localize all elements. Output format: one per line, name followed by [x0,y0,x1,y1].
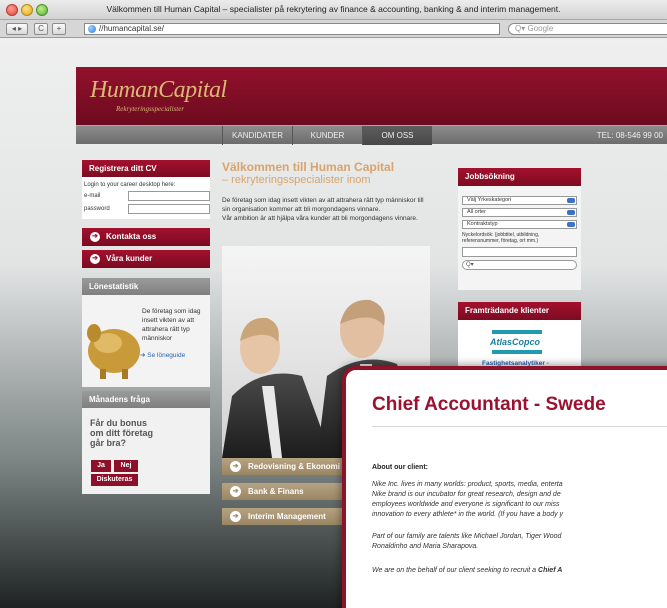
dropdown-arrow-icon [567,198,575,203]
dropdown-arrow-icon [567,222,575,227]
window-title: Välkommen till Human Capital – specialis… [106,4,561,14]
client-description-line: Nike brand is our incubator for great re… [372,491,561,498]
arrow-right-icon: ➔ [230,461,241,472]
yes-button[interactable]: Ja [91,460,111,472]
search-icon: Q▾ [466,262,474,268]
site-header: HumanCapital Rekryteringsspecialister [76,67,667,125]
main-navigation: KANDIDATER KUNDER OM OSS TEL: 08-546 99 … [76,125,667,145]
center-column: Välkommen till Human Capital – rekryteri… [222,160,430,223]
back-forward-button[interactable]: ◂ ▸ [6,23,28,35]
divider [372,426,667,427]
logo-tagline: Rekryteringsspecialister [116,105,185,113]
keyword-search-field[interactable]: Q▾ [462,260,577,270]
salary-box: De företag som idag insett vikten av att… [82,295,210,387]
arrow-right-icon: ➔ [230,486,241,497]
nav-kandidater[interactable]: KANDIDATER [222,126,292,145]
contract-select-value: Kontraktstyp [467,221,498,227]
welcome-paragraph-1: De företag som idag insett vikten av att… [222,197,424,213]
customers-button[interactable]: ➔ Våra kunder [82,250,210,268]
email-row: e-mail [84,191,210,202]
arrow-right-icon: ➔ [90,254,100,264]
arrow-right-icon: ➔ [230,511,241,522]
category-select[interactable]: Välj Yrkeskategori [462,196,577,205]
job-search-header: Jobbsökning [458,168,581,186]
location-select-value: All orter [467,209,486,215]
location-select[interactable]: All orter [462,208,577,217]
login-box: Login to your career desktop here: e-mai… [82,177,210,219]
address-bar[interactable]: //humancapital.se/ [84,23,500,35]
email-label: e-mail [84,193,101,199]
no-button[interactable]: Nej [114,460,138,472]
salary-text: De företag som idag insett vikten av att… [142,308,201,342]
question-text: Får du bonus om ditt företag går bra? [90,418,153,448]
talents-line: Ronaldinho and Maria Sharapova. [372,543,479,550]
question-box: Får du bonus om ditt företag går bra? Ja… [82,408,210,494]
address-text: //humancapital.se/ [99,24,164,33]
keyword-label: Nyckelordsök: (jobbtitel, utbildning, re… [462,232,540,244]
email-field[interactable] [128,191,210,201]
atlas-copco-stripe [492,330,542,334]
arrow-right-icon: ➔ [90,232,100,242]
right-column: Jobbsökning Välj Yrkeskategori All orter… [458,168,581,390]
job-title: Chief Accountant - Swede [372,394,606,415]
password-field[interactable] [128,204,210,214]
phone-number: TEL: 08-546 99 00 [596,131,663,140]
password-label: password [84,206,110,212]
job-search-box: Välj Yrkeskategori All orter Kontraktsty… [458,186,581,290]
password-row: password [84,204,210,215]
browser-toolbar: ◂ ▸ C + //humancapital.se/ Q▾ Google [0,20,667,38]
client-logo[interactable]: AtlasCopco [490,337,540,347]
customers-label: Våra kunder [106,254,153,263]
menu-bank-finans-label: Bank & Finans [248,487,304,496]
menu-redovisning-label: Redovisning & Ekonomi [248,462,341,471]
plus-icon[interactable]: + [52,23,66,35]
register-cv-header[interactable]: Registrera ditt CV [82,160,210,177]
about-client-label: About our client: [372,464,428,471]
nav-om-oss[interactable]: OM OSS [362,126,432,145]
search-field[interactable]: Q▾ Google [508,23,667,35]
category-select-value: Välj Yrkeskategori [467,197,512,203]
contact-button[interactable]: ➔ Kontakta oss [82,228,210,246]
logo[interactable]: HumanCapital [90,77,227,104]
client-description-line: employees worldwide and everyone is sign… [372,501,560,508]
contract-select[interactable]: Kontraktstyp [462,220,577,229]
search-placeholder: Google [527,24,554,33]
client-description-line: Nike Inc. lives in many worlds: product,… [372,481,563,488]
dropdown-arrow-icon [567,210,575,215]
recruit-position: Chief A [538,567,563,574]
welcome-paragraph-2: Vår ambition är att hjälpa våra kunder a… [222,215,418,222]
nav-kunder[interactable]: KUNDER [292,126,362,145]
globe-icon [88,25,96,33]
recruit-text: We are on the behalf of our client seeki… [372,567,539,574]
recruit-line: We are on the behalf of our client seeki… [372,566,667,577]
contact-label: Kontakta oss [106,232,157,241]
clients-header: Framträdande klienter [458,302,581,320]
login-text: Login to your career desktop here: [84,182,176,188]
client-description-line: innovation to every athlete* in the worl… [372,511,564,518]
keyword-input[interactable] [462,247,577,257]
salary-header: Lönestatistik [82,278,210,295]
left-column: Registrera ditt CV Login to your career … [82,160,210,494]
welcome-subtitle: – rekryteringsspecialister inom [222,174,371,186]
menu-interim-label: Interim Management [248,512,326,521]
question-header: Månadens fråga [82,391,210,408]
welcome-title: Välkommen till Human Capital [222,160,395,174]
talents-line: Part of our family are talents like Mich… [372,533,562,540]
atlas-copco-stripe [492,350,542,354]
search-icon: Q▾ [515,24,528,33]
job-popup: Chief Accountant - Swede About our clien… [342,366,667,608]
discuss-button[interactable]: Diskuteras [91,474,138,486]
salary-link[interactable]: ➔ Se löneguide [140,351,185,359]
piggy-bank-image [87,324,140,379]
reload-icon[interactable]: C [34,23,48,35]
window-titlebar: Välkommen till Human Capital – specialis… [0,0,667,20]
salary-link-label: Se löneguide [147,352,186,359]
